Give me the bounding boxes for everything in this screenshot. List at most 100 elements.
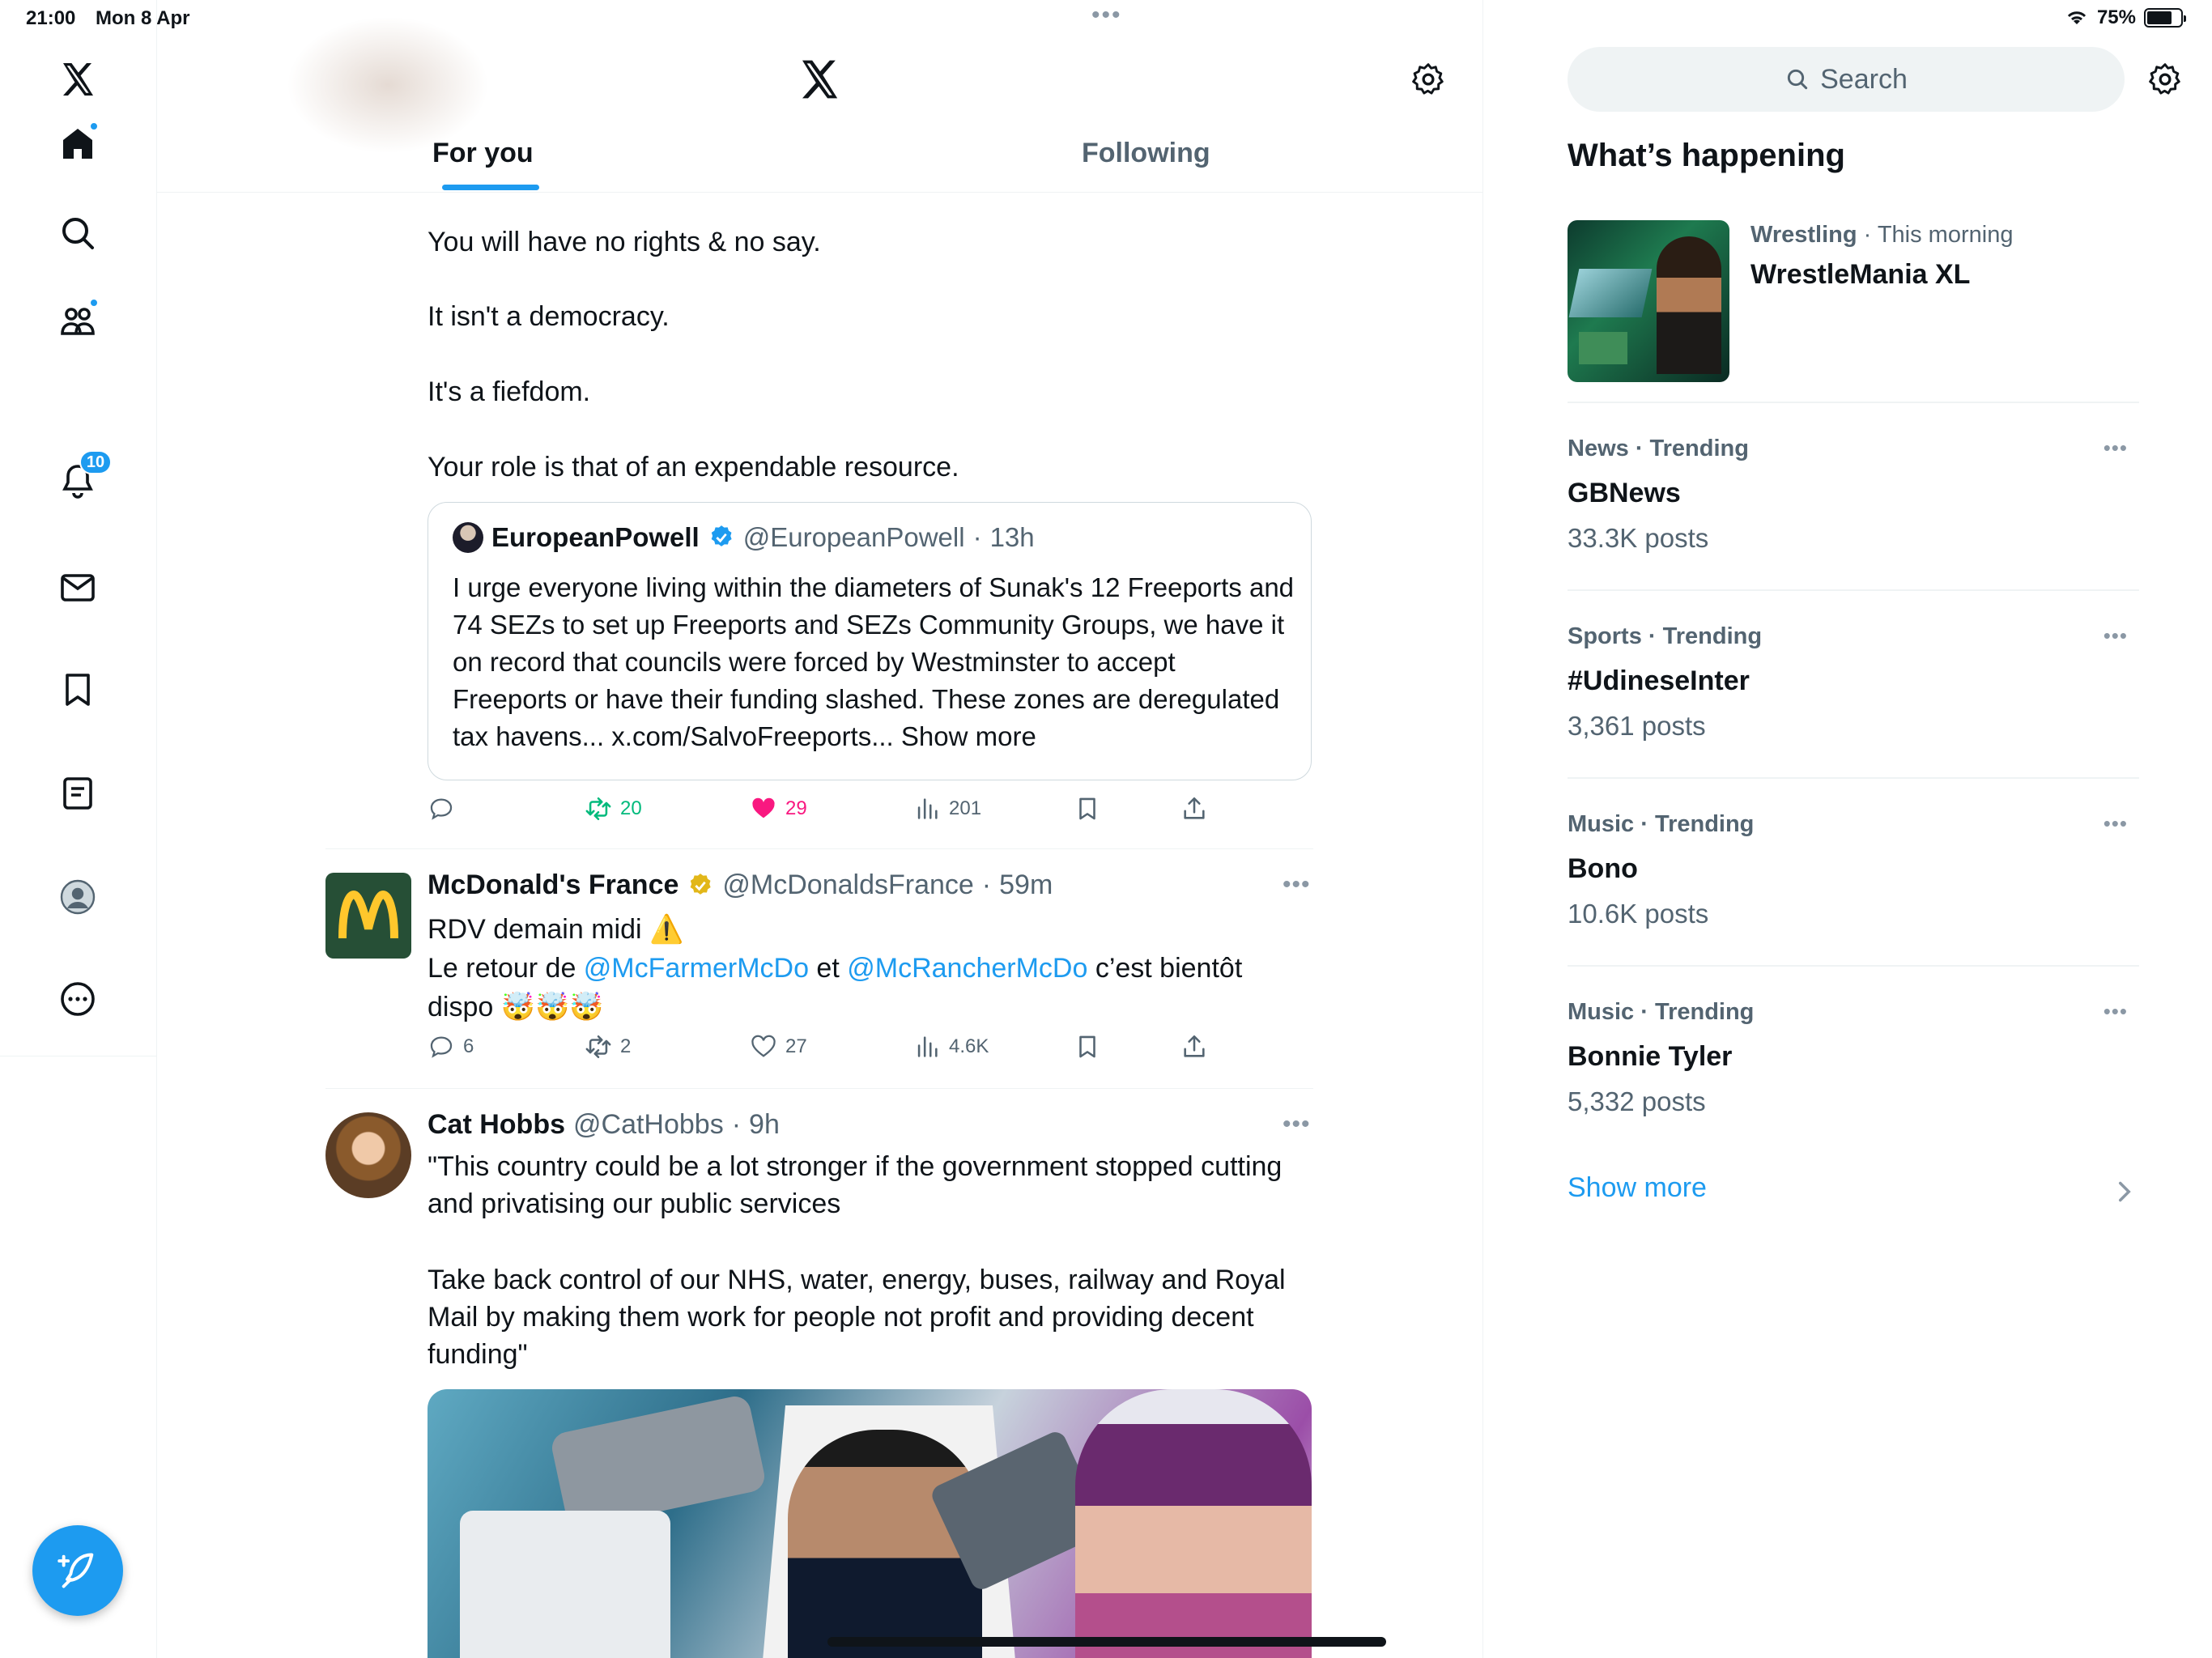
nav-home[interactable] (52, 118, 104, 170)
chevron-right-icon (2119, 1181, 2131, 1202)
tab-following[interactable]: Following (1082, 138, 1210, 169)
like-button[interactable]: 29 (750, 795, 807, 823)
repost-button[interactable]: 2 (585, 1033, 631, 1061)
trend-item[interactable]: News · Trending GBNews 33.3K posts ••• (1568, 402, 2139, 589)
views-button[interactable]: 201 (913, 795, 981, 823)
quoted-author-handle[interactable]: @EuropeanPowell (743, 522, 965, 553)
views-button[interactable]: 4.6K (913, 1033, 989, 1061)
tweet-author-handle[interactable]: @McDonaldsFrance (722, 869, 973, 901)
quoted-tweet-header: EuropeanPowell @EuropeanPowell · 13h (453, 522, 1035, 553)
nav-messages[interactable] (52, 562, 104, 614)
lists-icon (63, 777, 92, 810)
avatar[interactable] (325, 1112, 411, 1198)
share-button[interactable] (1180, 795, 1208, 823)
notifications-badge: 10 (79, 450, 112, 474)
trend-item[interactable]: Music · Trending Bonnie Tyler 5,332 post… (1568, 965, 2139, 1153)
search-placeholder: Search (1820, 63, 1908, 95)
tweet-text-line: It isn't a democracy. (428, 301, 670, 332)
share-button[interactable] (1180, 1033, 1208, 1061)
tweet-text-line: Le retour de @McFarmerMcDo et @McRancher… (428, 953, 1243, 984)
bookmark-icon (1079, 797, 1095, 820)
nav-explore[interactable] (52, 207, 104, 259)
views-chart-icon (917, 798, 938, 819)
reply-icon (430, 1036, 453, 1058)
reply-count: 6 (463, 1035, 474, 1057)
trend-more-button[interactable]: ••• (2104, 811, 2128, 836)
quoted-tweet[interactable]: EuropeanPowell @EuropeanPowell · 13h I u… (428, 502, 1312, 780)
nav-more[interactable] (52, 973, 104, 1025)
trend-name: Bono (1568, 853, 1638, 884)
tweet-author-name[interactable]: McDonald's France (428, 869, 678, 901)
timeline-settings-gear-icon[interactable] (1410, 62, 1446, 97)
trend-more-button[interactable]: ••• (2104, 999, 2128, 1024)
verified-badge-icon (711, 525, 732, 546)
tweet-more-button[interactable]: ••• (1283, 1111, 1311, 1138)
mention-link[interactable]: @McFarmerMcDo (584, 953, 809, 984)
communities-unread-dot (89, 298, 99, 308)
trend-posts: 3,361 posts (1568, 711, 1706, 741)
tweet-media-image[interactable] (428, 1389, 1312, 1658)
tweet-more-button[interactable]: ••• (1283, 871, 1311, 899)
search-input[interactable]: Search (1568, 47, 2125, 112)
active-tab-indicator (442, 185, 539, 190)
like-count: 29 (785, 797, 807, 819)
trend-item[interactable]: Sports · Trending #UdineseInter 3,361 po… (1568, 589, 2139, 777)
nav-notifications[interactable]: 10 (52, 450, 112, 507)
quoted-tweet-time: 13h (989, 522, 1035, 552)
x-logo-icon[interactable] (797, 57, 842, 102)
trend-more-button[interactable]: ••• (2104, 436, 2128, 461)
timeline-tabs: For you Following (157, 121, 1482, 193)
like-count: 27 (785, 1035, 807, 1057)
quoted-author-name[interactable]: EuropeanPowell (491, 522, 700, 553)
repost-icon (585, 1035, 611, 1059)
reply-button[interactable] (428, 795, 455, 823)
bookmark-icon (66, 674, 90, 706)
mail-icon (61, 574, 95, 602)
bookmark-button[interactable] (1074, 795, 1101, 823)
x-logo-icon[interactable] (52, 53, 104, 105)
mention-link[interactable]: @McRancherMcDo (847, 953, 1087, 984)
tweet-separator (325, 848, 1313, 849)
bookmark-button[interactable] (1074, 1033, 1101, 1061)
tweet-author-handle[interactable]: @CatHobbs (573, 1109, 724, 1141)
like-button[interactable]: 27 (750, 1033, 807, 1061)
views-count: 4.6K (949, 1035, 989, 1057)
tweet-text-line: It's a fiefdom. (428, 376, 591, 407)
avatar[interactable] (325, 873, 411, 959)
repost-count: 20 (620, 797, 642, 819)
avatar[interactable] (453, 522, 483, 553)
nav-bookmarks[interactable] (52, 664, 104, 716)
repost-button[interactable]: 20 (585, 795, 642, 823)
tweet-paragraph: Take back control of our NHS, water, ene… (428, 1265, 1286, 1370)
home-indicator[interactable] (827, 1637, 1386, 1647)
whats-happening-title: What’s happening (1568, 138, 1845, 173)
featured-trend[interactable]: Wrestling · This morning WrestleMania XL (1568, 220, 2199, 382)
trend-posts: 10.6K posts (1568, 899, 1709, 929)
tweet-header: McDonald's France @McDonaldsFrance · 59m (428, 869, 1053, 901)
show-more-label: Show more (1568, 1172, 1707, 1203)
profile-icon (60, 879, 96, 915)
tab-for-you[interactable]: For you (432, 138, 534, 169)
trend-more-button[interactable]: ••• (2104, 623, 2128, 648)
right-sidebar: Search What’s happening Wrestling · This… (1483, 0, 2212, 1658)
gold-verified-badge-icon (691, 873, 711, 895)
show-more-link[interactable]: Show more (1568, 1172, 2139, 1211)
views-count: 201 (949, 797, 982, 819)
tweet-separator (325, 1088, 1313, 1089)
trend-name: GBNews (1568, 478, 1681, 508)
heart-filled-icon (752, 797, 775, 818)
reply-icon (430, 798, 453, 820)
tweet-paragraph: "This country could be a lot stronger if… (428, 1151, 1283, 1219)
tweet-author-name[interactable]: Cat Hobbs (428, 1109, 565, 1141)
trend-category: Music · Trending (1568, 811, 1755, 837)
explore-settings-gear-icon[interactable] (2147, 62, 2183, 97)
nav-lists[interactable] (52, 767, 104, 819)
nav-profile[interactable] (52, 871, 104, 923)
compose-button[interactable] (32, 1525, 123, 1616)
mcdonalds-logo-icon (338, 890, 398, 939)
reply-button[interactable]: 6 (428, 1033, 474, 1061)
tweet-text-line: RDV demain midi ⚠️ (428, 914, 684, 945)
nav-communities[interactable] (52, 295, 104, 346)
trend-posts: 5,332 posts (1568, 1086, 1706, 1116)
trend-item[interactable]: Music · Trending Bono 10.6K posts ••• (1568, 777, 2139, 965)
